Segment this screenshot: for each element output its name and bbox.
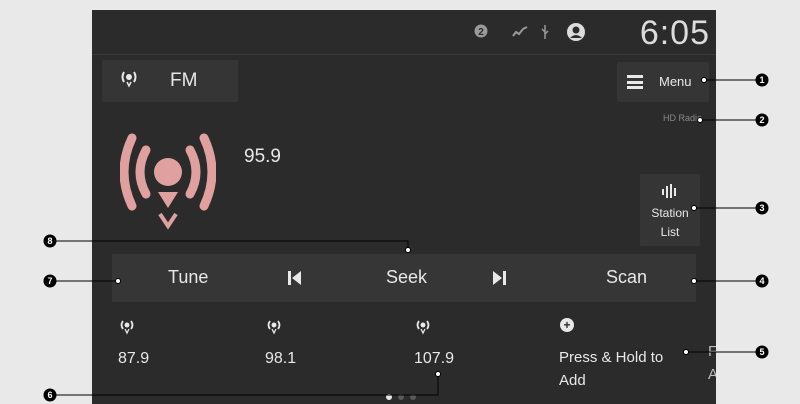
callout-4-label: 4 bbox=[759, 276, 764, 286]
hd-radio-label: HD Radio bbox=[662, 113, 702, 123]
equalizer-bars-icon bbox=[640, 184, 700, 201]
add-preset-label: Press & Hold to Add bbox=[559, 346, 699, 392]
page-indicator bbox=[382, 392, 442, 402]
callout-3 bbox=[755, 201, 769, 215]
add-preset-line1: Press & Hold to bbox=[559, 349, 664, 366]
preset-tile[interactable]: 98.1 bbox=[253, 310, 349, 394]
status-divider bbox=[92, 54, 716, 55]
callout-5-label: 5 bbox=[759, 347, 764, 357]
callout-8-label: 8 bbox=[47, 236, 52, 246]
user-profile-icon[interactable] bbox=[566, 22, 586, 46]
offscreen-preset-line2: A bbox=[708, 366, 716, 383]
callout-2 bbox=[755, 113, 769, 127]
radio-broadcast-icon bbox=[265, 318, 283, 339]
add-preset-line2: Add bbox=[559, 372, 586, 389]
station-list-button[interactable]: Station List bbox=[640, 174, 700, 246]
scan-button[interactable]: Scan bbox=[606, 267, 647, 288]
notification-badge-icon[interactable]: 2 bbox=[474, 24, 488, 42]
preset-frequency: 98.1 bbox=[265, 350, 297, 367]
station-list-label-line2: List bbox=[660, 225, 680, 239]
callout-7-label: 7 bbox=[47, 276, 52, 286]
source-label: FM bbox=[170, 70, 198, 91]
callout-4 bbox=[755, 274, 769, 288]
preset-tile[interactable]: 87.9 bbox=[106, 310, 202, 394]
preset-tile[interactable]: 107.9 bbox=[402, 310, 498, 394]
menu-label: Menu bbox=[659, 74, 692, 89]
preset-frequency: 87.9 bbox=[118, 350, 150, 367]
usb-icon bbox=[540, 24, 550, 44]
preset-frequency: 107.9 bbox=[414, 350, 455, 367]
current-frequency: 95.9 bbox=[244, 146, 281, 167]
source-selector[interactable]: FM bbox=[102, 60, 238, 102]
radio-broadcast-icon bbox=[414, 318, 432, 339]
tune-button[interactable]: Tune bbox=[168, 267, 208, 288]
callout-1-label: 1 bbox=[759, 75, 764, 85]
callout-3-label: 3 bbox=[759, 203, 764, 213]
callout-1 bbox=[755, 73, 769, 87]
page-dot[interactable] bbox=[410, 394, 416, 400]
radio-broadcast-icon bbox=[119, 128, 217, 232]
offscreen-preset-line1: F bbox=[708, 343, 716, 360]
callout-2-label: 2 bbox=[759, 115, 764, 125]
callout-8 bbox=[43, 234, 57, 248]
station-list-label-line1: Station bbox=[651, 206, 689, 220]
page-dot[interactable] bbox=[398, 394, 404, 400]
callout-6-label: 6 bbox=[47, 390, 52, 400]
status-bar: 2 6:05 bbox=[92, 10, 716, 56]
callout-7 bbox=[43, 274, 57, 288]
hamburger-icon bbox=[627, 75, 643, 89]
offscreen-preset-tile[interactable]: F A bbox=[708, 340, 716, 386]
seek-button[interactable]: Seek bbox=[386, 267, 427, 288]
seek-back-icon[interactable] bbox=[288, 270, 302, 291]
signal-icon bbox=[512, 24, 528, 42]
callout-5 bbox=[755, 345, 769, 359]
radio-broadcast-icon bbox=[118, 318, 136, 339]
tuning-control-bar: Tune Seek Scan bbox=[112, 254, 696, 302]
seek-forward-icon[interactable] bbox=[492, 270, 506, 291]
callout-6 bbox=[43, 388, 57, 402]
plus-icon: + bbox=[560, 318, 574, 332]
page-dot-active[interactable] bbox=[386, 394, 392, 400]
radio-broadcast-icon bbox=[118, 70, 140, 92]
svg-text:2: 2 bbox=[478, 27, 484, 38]
add-preset-tile[interactable]: + Press & Hold to Add bbox=[550, 314, 700, 398]
menu-button[interactable]: Menu bbox=[617, 62, 709, 102]
infotainment-screen: 2 6:05 FM Menu HD Radio 95.9 Station Lis… bbox=[92, 10, 716, 404]
clock: 6:05 bbox=[639, 14, 710, 52]
